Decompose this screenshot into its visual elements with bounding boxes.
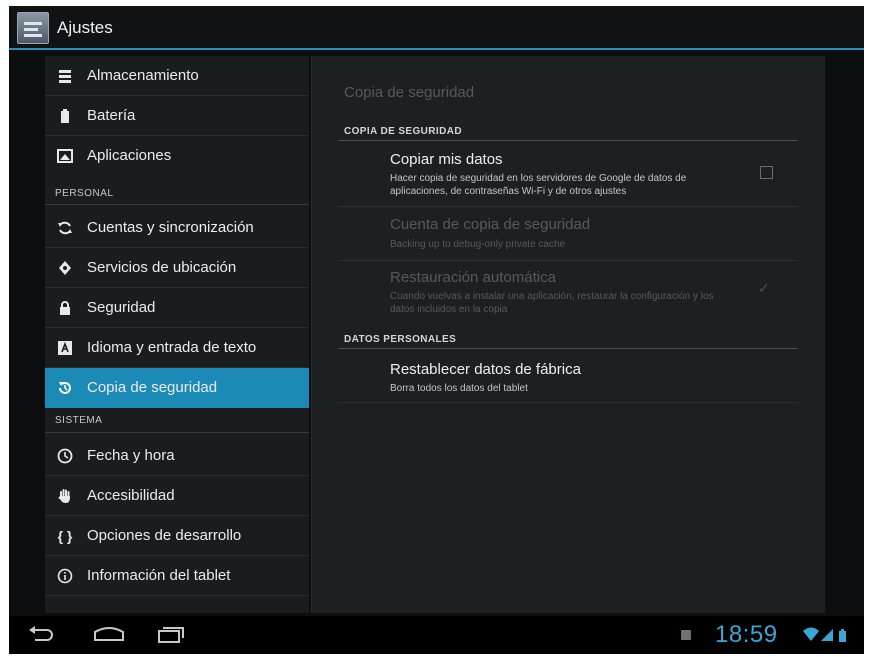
sidebar-item-label: Aplicaciones [87, 147, 172, 164]
sidebar-item-label: Opciones de desarrollo [87, 527, 242, 544]
sidebar-item-label: Accesibilidad [87, 487, 175, 504]
info-icon [57, 568, 73, 584]
sidebar-item-storage[interactable]: Almacenamiento [45, 56, 309, 96]
home-icon[interactable] [91, 624, 127, 644]
copy-data-checkbox[interactable] [760, 166, 773, 179]
tablet-screen: Ajustes Almacenamiento Batería Aplicacio… [9, 6, 864, 654]
clock-icon [57, 448, 73, 464]
sidebar-item-accessibility[interactable]: Accesibilidad [45, 476, 309, 516]
detail-pane: Copia de seguridad COPIA DE SEGURIDAD Co… [311, 56, 825, 613]
apps-icon [57, 148, 73, 164]
section-divider [45, 204, 309, 205]
sidebar-item-label: Almacenamiento [87, 67, 199, 84]
storage-icon [57, 68, 73, 84]
pref-title: Restablecer datos de fábrica [390, 361, 581, 378]
status-time[interactable]: 18:59 [715, 621, 778, 649]
sidebar-item-accounts-sync[interactable]: Cuentas y sincronización [45, 208, 309, 248]
detail-title: Copia de seguridad [344, 84, 475, 101]
system-navigation-bar: 18:59 [9, 616, 864, 654]
row-divider [338, 206, 798, 207]
section-header-backup: COPIA DE SEGURIDAD [344, 126, 462, 137]
location-icon [57, 260, 73, 276]
sidebar-item-battery[interactable]: Batería [45, 96, 309, 136]
section-divider [338, 140, 798, 141]
row-divider [338, 402, 798, 403]
sidebar-item-language[interactable]: Idioma y entrada de texto [45, 328, 309, 368]
language-icon [57, 340, 73, 356]
sidebar-item-label: Cuentas y sincronización [87, 219, 254, 236]
sidebar-item-security[interactable]: Seguridad [45, 288, 309, 328]
sidebar-item-backup[interactable]: Copia de seguridad [45, 368, 309, 408]
sidebar-item-label: Idioma y entrada de texto [87, 339, 257, 356]
recent-apps-icon[interactable] [155, 624, 185, 644]
settings-app-icon[interactable] [17, 12, 49, 44]
sidebar-item-about-tablet[interactable]: Información del tablet [45, 556, 309, 596]
sidebar-item-label: Información del tablet [87, 567, 231, 584]
sidebar-item-label: Seguridad [87, 299, 156, 316]
sidebar-item-apps[interactable]: Aplicaciones [45, 136, 309, 176]
lock-icon [57, 300, 73, 316]
backup-icon [57, 380, 73, 396]
pref-summary: Cuando vuelvas a instalar una aplicación… [390, 291, 714, 315]
pref-summary: Hacer copia de seguridad en los servidor… [390, 173, 687, 197]
action-bar: Ajustes [9, 6, 864, 50]
sidebar-item-label: Servicios de ubicación [87, 259, 237, 276]
row-divider [338, 260, 798, 261]
pref-title: Copiar mis datos [390, 151, 503, 168]
pref-title: Restauración automática [390, 269, 556, 286]
settings-list: Almacenamiento Batería Aplicaciones PERS… [45, 56, 309, 613]
sidebar-item-developer-options[interactable]: { } Opciones de desarrollo [45, 516, 309, 556]
pref-summary: Backing up to debug-only private cache [390, 239, 566, 250]
battery-icon [57, 108, 73, 124]
sidebar-item-label: Fecha y hora [87, 447, 175, 464]
hand-icon [57, 488, 73, 504]
pref-summary: Borra todos los datos del tablet [390, 383, 528, 394]
sidebar-item-date-time[interactable]: Fecha y hora [45, 436, 309, 476]
checkmark-icon: ✓ [758, 280, 770, 296]
section-header-personal: PERSONAL [55, 188, 114, 199]
section-header-personal-data: DATOS PERSONALES [344, 334, 457, 345]
screenshot-notification-icon[interactable] [681, 630, 691, 640]
sidebar-item-location[interactable]: Servicios de ubicación [45, 248, 309, 288]
section-header-system: SISTEMA [55, 415, 103, 426]
sidebar-item-label: Copia de seguridad [87, 379, 218, 396]
back-icon[interactable] [27, 624, 57, 644]
pref-title: Cuenta de copia de seguridad [390, 216, 591, 233]
sync-icon [57, 220, 73, 236]
section-divider [45, 432, 309, 433]
section-divider [338, 348, 798, 349]
sidebar-item-label: Batería [87, 107, 136, 124]
wifi-signal-battery-icon[interactable] [801, 625, 851, 645]
braces-icon: { } [57, 528, 73, 544]
app-title: Ajustes [57, 18, 113, 37]
